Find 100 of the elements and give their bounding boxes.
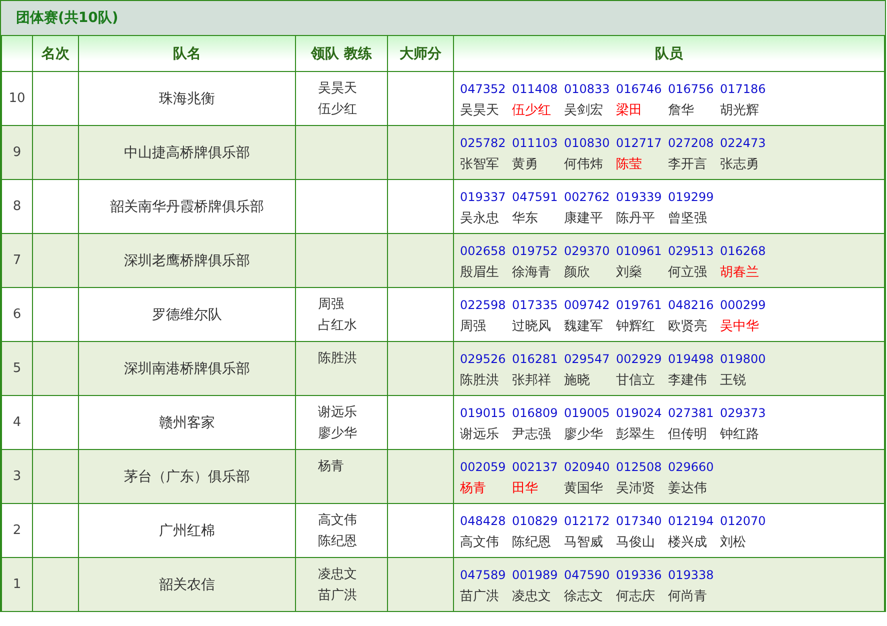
leader-name: 陈纪恩 [318,533,358,551]
player-name: 廖少华 [564,426,604,444]
player-id: 002059 [460,458,507,476]
player-id: 017186 [720,80,767,98]
column-header: 队员 [454,36,884,72]
row-number: 6 [12,307,22,322]
leader-name: 廖少华 [318,425,358,443]
player-id: 010830 [564,134,611,152]
player-name: 张邦祥 [512,372,552,390]
player-name: 徐志文 [564,588,604,606]
team-name: 韶关农信 [158,576,216,594]
player-name: 颜欣 [564,264,591,282]
player-id: 019299 [668,188,715,206]
player-name: 凌忠文 [512,588,552,606]
player-id: 022598 [460,296,507,314]
team-name: 深圳南港桥牌俱乐部 [123,360,251,378]
player-name: 张智军 [460,156,500,174]
player-id: 020940 [564,458,611,476]
player-name: 黄勇 [512,156,539,174]
leader-name: 陈胜洪 [318,350,358,368]
player-id: 010829 [512,512,559,530]
team-name: 中山捷高桥牌俱乐部 [123,144,251,162]
leader-name: 高文伟 [318,512,358,530]
player-id: 000299 [720,296,767,314]
player-name: 周强 [460,318,487,336]
player-name: 马智威 [564,534,604,552]
player-name: 姜达伟 [668,480,708,498]
leader-name: 占红水 [318,317,358,335]
team-name: 珠海兆衡 [158,90,216,108]
column-header: 大师分 [388,36,454,72]
team-name: 韶关南华丹霞桥牌俱乐部 [109,198,265,216]
player-name: 刘燊 [616,264,643,282]
player-name: 殷眉生 [460,264,500,282]
player-name: 田华 [512,480,539,498]
player-id: 016268 [720,242,767,260]
player-name: 彭翠生 [616,426,656,444]
player-id: 029373 [720,404,767,422]
row-number: 4 [12,415,22,430]
player-id: 019015 [460,404,507,422]
player-id: 012172 [564,512,611,530]
player-name: 苗广洪 [460,588,500,606]
player-id: 029513 [668,242,715,260]
player-name: 黄国华 [564,480,604,498]
player-id: 019338 [668,566,715,584]
player-id: 017340 [616,512,663,530]
player-id: 002929 [616,350,663,368]
row-number: 9 [12,145,22,160]
player-name: 吴中华 [720,318,760,336]
player-name: 尹志强 [512,426,552,444]
leader-name: 伍少红 [318,101,358,119]
player-id: 012070 [720,512,767,530]
player-id: 001989 [512,566,559,584]
player-id: 027208 [668,134,715,152]
leader-name: 苗广洪 [318,587,358,605]
player-name: 何志庆 [616,588,656,606]
player-name: 何伟炜 [564,156,604,174]
player-name: 陈丹平 [616,210,656,228]
player-id: 019024 [616,404,663,422]
player-name: 梁田 [616,102,643,120]
row-number: 3 [12,469,22,484]
player-id: 019339 [616,188,663,206]
player-name: 刘松 [720,534,747,552]
player-id: 019761 [616,296,663,314]
player-name: 李建伟 [668,372,708,390]
player-id: 009742 [564,296,611,314]
column-header: 领队 教练 [296,36,388,72]
player-id: 016809 [512,404,559,422]
player-id: 019800 [720,350,767,368]
player-name: 欧贤亮 [668,318,708,336]
player-id: 029547 [564,350,611,368]
player-name: 张志勇 [720,156,760,174]
player-id: 019336 [616,566,663,584]
player-name: 徐海青 [512,264,552,282]
player-id: 011408 [512,80,559,98]
row-number: 8 [12,199,22,214]
player-name: 吴剑宏 [564,102,604,120]
player-id: 010961 [616,242,663,260]
leader-name: 杨青 [318,458,345,476]
player-id: 017335 [512,296,559,314]
player-name: 杨青 [460,480,487,498]
player-id: 012508 [616,458,663,476]
player-name: 吴永忠 [460,210,500,228]
player-id: 027381 [668,404,715,422]
leader-name: 谢远乐 [318,404,358,422]
player-name: 曾坚强 [668,210,708,228]
player-id: 016746 [616,80,663,98]
player-id: 029660 [668,458,715,476]
player-name: 陈纪恩 [512,534,552,552]
player-name: 何立强 [668,264,708,282]
player-name: 马俊山 [616,534,656,552]
player-id: 012194 [668,512,715,530]
player-id: 019498 [668,350,715,368]
team-name: 深圳老鹰桥牌俱乐部 [123,252,251,270]
leader-name: 吴昊天 [318,80,358,98]
player-id: 010833 [564,80,611,98]
player-id: 029370 [564,242,611,260]
row-number: 10 [8,91,26,106]
player-id: 016281 [512,350,559,368]
player-name: 何尚青 [668,588,708,606]
player-name: 吴沛贤 [616,480,656,498]
